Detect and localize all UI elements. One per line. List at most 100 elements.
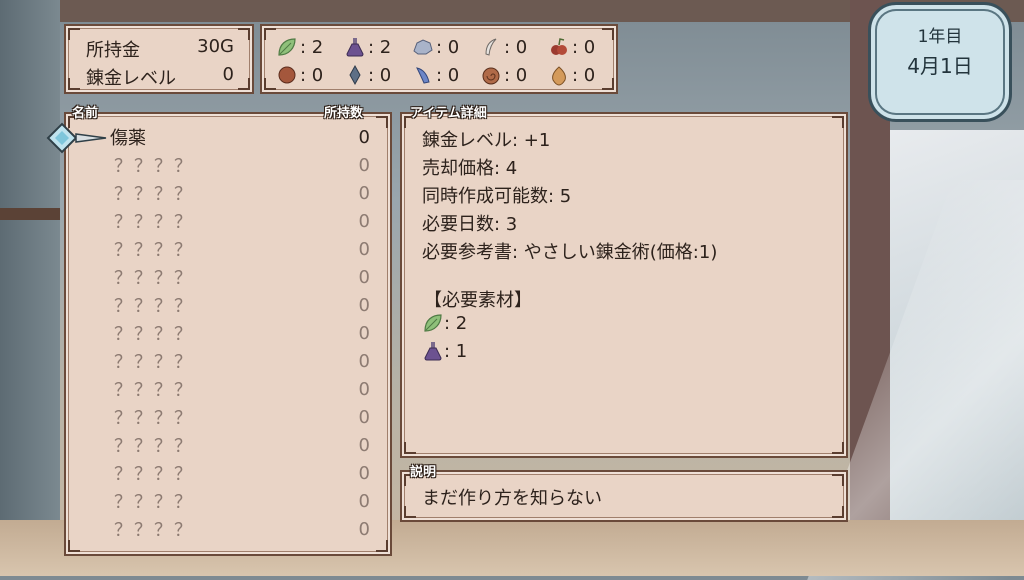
date-day: 4月1日	[907, 54, 973, 78]
alchemy-level-label: 錬金レベル	[86, 68, 176, 89]
list-item-count: 0	[358, 350, 370, 372]
list-item-count: 0	[358, 154, 370, 176]
material-potion-count: : 2	[368, 36, 392, 58]
list-item-name: ？？？？	[114, 380, 194, 401]
material-mushroom: : 0	[276, 62, 323, 88]
material-shell: : 0	[480, 62, 527, 88]
material-shell-count: : 0	[504, 64, 528, 86]
crystal-icon	[349, 64, 361, 86]
material-ore-count: : 0	[436, 36, 460, 58]
list-item[interactable]: 傷薬 0	[110, 124, 370, 150]
list-item-count: 0	[358, 182, 370, 204]
list-item-count: 0	[358, 322, 370, 344]
blue-slime-icon	[416, 67, 430, 84]
alchemy-level-value: 0	[222, 64, 234, 85]
materials-panel: : 2 : 2 : 0 : 0 : 0 : 0 : 0 : 0 : 0 : 0	[260, 24, 618, 94]
feather-icon	[485, 38, 497, 56]
list-item[interactable]: ？？？？ 0	[112, 236, 370, 262]
background-wall-left	[0, 0, 60, 576]
list-count-header: 所持数	[324, 106, 364, 121]
list-item[interactable]: ？？？？ 0	[112, 488, 370, 514]
list-item-count: 0	[358, 294, 370, 316]
material-nut-count: : 0	[572, 64, 596, 86]
item-detail-panel: 錬金レベル: +1 売却価格: 4 同時作成可能数: 5 必要日数: 3 必要参…	[400, 112, 848, 458]
mushroom-icon	[278, 66, 296, 84]
nut-icon	[552, 66, 566, 86]
berries-icon	[551, 38, 567, 55]
required-material-row: : 2	[422, 312, 467, 334]
money-panel: 所持金 30G 錬金レベル 0	[64, 24, 254, 94]
list-item-name: 傷薬	[110, 128, 146, 149]
list-item[interactable]: ？？？？ 0	[112, 432, 370, 458]
list-item[interactable]: ？？？？ 0	[112, 460, 370, 486]
list-item-count: 0	[358, 406, 370, 428]
detail-sell-price: 売却価格: 4	[422, 158, 518, 179]
list-item-name: ？？？？	[114, 212, 194, 233]
list-item-name: ？？？？	[114, 408, 194, 429]
list-item-count: 0	[358, 490, 370, 512]
list-item-count: 0	[358, 210, 370, 232]
shell-icon	[482, 67, 500, 85]
detail-batch-count: 同時作成可能数: 5	[422, 186, 572, 207]
material-leaf-count: : 2	[300, 36, 324, 58]
list-item-name: ？？？？	[114, 436, 194, 457]
description-text: まだ作り方を知らない	[422, 488, 602, 509]
required-material-row: : 1	[422, 340, 467, 362]
material-leaf: : 2	[276, 34, 323, 60]
list-item-name: ？？？？	[114, 296, 194, 317]
list-item[interactable]: ？？？？ 0	[112, 152, 370, 178]
list-item-name: ？？？？	[114, 492, 194, 513]
list-item[interactable]: ？？？？ 0	[112, 376, 370, 402]
required-materials-title: 【必要素材】	[424, 290, 532, 311]
material-ore: : 0	[412, 34, 459, 60]
required-material-count: : 2	[444, 312, 468, 334]
date-badge: 1年目 4月1日	[868, 2, 1012, 122]
potion-flask-icon	[346, 38, 364, 57]
material-berries: : 0	[548, 34, 595, 60]
material-potion: : 2	[344, 34, 391, 60]
alchemy-level-row: 錬金レベル 0	[86, 64, 234, 89]
list-item-count: 0	[358, 378, 370, 400]
gold-row: 所持金 30G	[86, 36, 234, 61]
detail-required-days: 必要日数: 3	[422, 214, 518, 235]
list-item[interactable]: ？？？？ 0	[112, 208, 370, 234]
list-item-name: ？？？？	[114, 520, 194, 541]
list-item-name: ？？？？	[114, 464, 194, 485]
list-item[interactable]: ？？？？ 0	[112, 264, 370, 290]
description-panel: まだ作り方を知らない	[400, 470, 848, 522]
list-item-count: 0	[358, 126, 370, 148]
list-item-name: ？？？？	[114, 352, 194, 373]
list-name-header: 名前	[72, 106, 99, 121]
list-item-count: 0	[358, 462, 370, 484]
material-slime-count: : 0	[436, 64, 460, 86]
material-nut: : 0	[548, 62, 595, 88]
gold-value: 30G	[197, 36, 234, 57]
list-item[interactable]: ？？？？ 0	[112, 404, 370, 430]
detail-required-book: 必要参考書: やさしい錬金術(価格:1)	[422, 242, 718, 263]
selection-cursor-icon	[46, 122, 107, 154]
list-item-count: 0	[358, 518, 370, 540]
list-item-count: 0	[358, 434, 370, 456]
material-feather-count: : 0	[504, 36, 528, 58]
list-item[interactable]: ？？？？ 0	[112, 292, 370, 318]
list-item[interactable]: ？？？？ 0	[112, 320, 370, 346]
list-item[interactable]: ？？？？ 0	[112, 180, 370, 206]
list-item-name: ？？？？	[114, 184, 194, 205]
material-crystal-count: : 0	[368, 64, 392, 86]
list-item-name: ？？？？	[114, 324, 194, 345]
list-item-name: ？？？？	[114, 268, 194, 289]
detail-alchemy-level: 錬金レベル: +1	[422, 130, 551, 151]
list-item-count: 0	[358, 266, 370, 288]
list-item[interactable]: ？？？？ 0	[112, 516, 370, 542]
leaf-icon	[424, 314, 442, 332]
date-year: 1年目	[917, 27, 963, 47]
material-berries-count: : 0	[572, 36, 596, 58]
list-item[interactable]: ？？？？ 0	[112, 348, 370, 374]
leaf-icon	[278, 38, 296, 56]
list-item-name: ？？？？	[114, 156, 194, 177]
material-feather: : 0	[480, 34, 527, 60]
detail-header: アイテム詳細	[410, 106, 487, 121]
material-mushroom-count: : 0	[300, 64, 324, 86]
list-item-name: ？？？？	[114, 240, 194, 261]
material-slime: : 0	[412, 62, 459, 88]
